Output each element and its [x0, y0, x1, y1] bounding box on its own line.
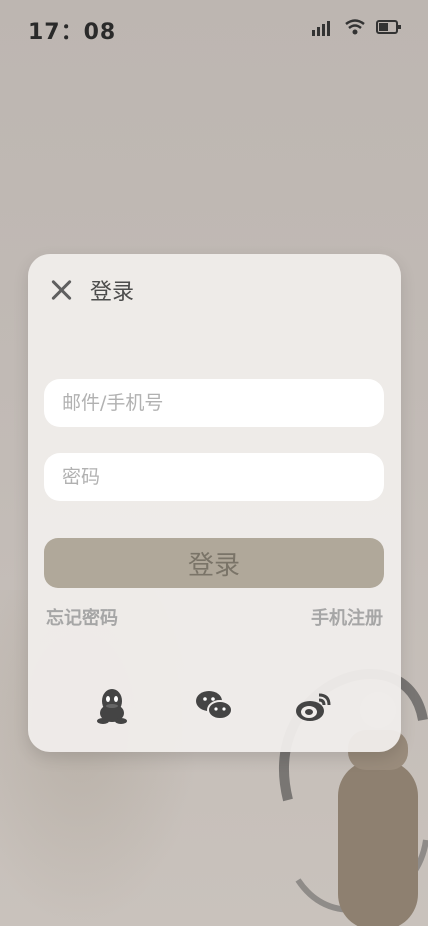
wechat-login-button[interactable] — [194, 686, 234, 726]
phone-register-link[interactable]: 手机注册 — [311, 604, 383, 630]
wechat-icon — [196, 691, 233, 720]
email-phone-input[interactable] — [44, 379, 384, 427]
status-icons — [312, 18, 402, 36]
qq-icon — [97, 689, 127, 724]
weibo-login-button[interactable] — [294, 686, 334, 726]
login-button[interactable]: 登录 — [44, 538, 384, 588]
password-input[interactable] — [44, 453, 384, 501]
forgot-password-link[interactable]: 忘记密码 — [46, 604, 118, 630]
weibo-icon — [296, 693, 331, 721]
dialog-title: 登录 — [90, 280, 135, 305]
status-time: 17：08 — [28, 20, 117, 45]
signal-icon — [312, 21, 330, 36]
status-bar: 17：08 — [0, 0, 428, 56]
qq-login-button[interactable] — [92, 686, 132, 726]
close-icon[interactable] — [48, 277, 74, 303]
wifi-icon — [345, 19, 365, 35]
dialog-header: 登录 — [48, 274, 134, 306]
login-dialog: 登录 登录 忘记密码 手机注册 — [28, 254, 401, 752]
battery-icon — [376, 20, 401, 34]
